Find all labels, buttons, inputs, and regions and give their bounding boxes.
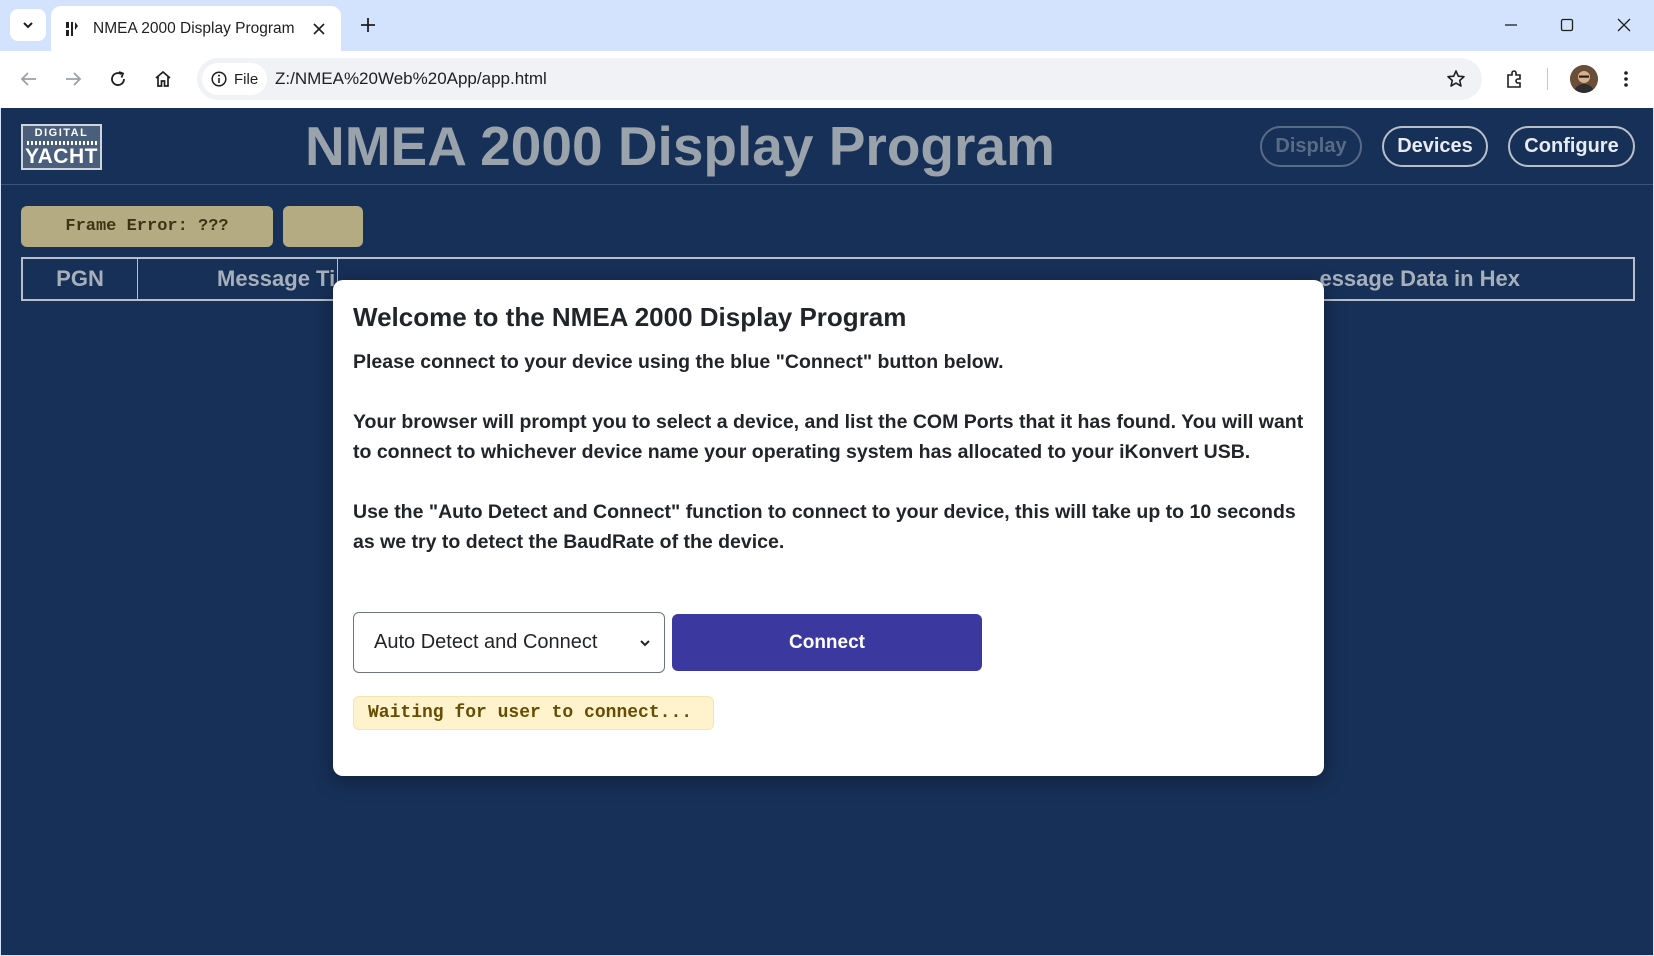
display-nav-button[interactable]: Display <box>1260 126 1362 167</box>
devices-nav-button[interactable]: Devices <box>1382 126 1488 167</box>
toolbar-divider <box>1547 68 1548 90</box>
reload-icon[interactable] <box>101 62 135 96</box>
frame-error-status: Frame Error: ??? <box>21 206 273 247</box>
home-icon[interactable] <box>146 62 180 96</box>
favicon-icon <box>64 20 80 37</box>
secondary-status-chip <box>283 206 363 247</box>
info-icon <box>211 71 227 87</box>
connection-status-badge: Waiting for user to connect... <box>353 696 714 730</box>
bookmark-star-icon[interactable] <box>1444 67 1468 91</box>
url-text[interactable]: Z:/NMEA%20Web%20App/app.html <box>275 69 547 89</box>
connect-button[interactable]: Connect <box>672 614 982 671</box>
minimize-icon[interactable] <box>1495 10 1527 40</box>
column-header-message-time: Message Ti <box>138 259 338 299</box>
app-header: DIGITAL YACHT NMEA 2000 Display Program … <box>1 108 1653 185</box>
close-window-icon[interactable] <box>1608 10 1640 40</box>
extensions-icon[interactable] <box>1497 62 1531 96</box>
logo-bottom-text: YACHT <box>25 145 98 168</box>
new-tab-icon[interactable] <box>355 12 381 38</box>
digital-yacht-logo: DIGITAL YACHT <box>21 124 102 170</box>
modal-instruction-3: Use the "Auto Detect and Connect" functi… <box>353 501 1296 553</box>
chevron-down-icon <box>640 639 650 646</box>
tab-title: NMEA 2000 Display Program <box>93 19 295 37</box>
connection-mode-select[interactable]: Auto Detect and Connect <box>353 612 665 673</box>
profile-avatar[interactable] <box>1570 65 1598 93</box>
modal-instruction-1: Please connect to your device using the … <box>353 351 1004 373</box>
chevron-down-icon <box>23 22 33 29</box>
forward-icon[interactable] <box>56 62 90 96</box>
welcome-modal: Welcome to the NMEA 2000 Display Program… <box>333 280 1324 776</box>
column-header-pgn: PGN <box>23 259 138 299</box>
modal-instruction-2: Your browser will prompt you to select a… <box>353 411 1304 463</box>
page-content: DIGITAL YACHT NMEA 2000 Display Program … <box>1 108 1653 955</box>
more-menu-icon[interactable] <box>1609 62 1643 96</box>
site-chip-label: File <box>234 70 259 88</box>
site-info-chip[interactable]: File <box>202 63 267 95</box>
connect-controls: Auto Detect and Connect Connect <box>353 612 982 673</box>
browser-toolbar: File Z:/NMEA%20Web%20App/app.html <box>0 51 1654 108</box>
close-tab-icon[interactable] <box>309 19 329 39</box>
maximize-icon[interactable] <box>1551 10 1583 40</box>
back-icon[interactable] <box>12 62 46 96</box>
select-value: Auto Detect and Connect <box>374 631 598 653</box>
browser-tabstrip: NMEA 2000 Display Program <box>0 0 1654 51</box>
browser-tab-active[interactable]: NMEA 2000 Display Program <box>51 6 341 51</box>
modal-title: Welcome to the NMEA 2000 Display Program <box>353 302 907 332</box>
configure-nav-button[interactable]: Configure <box>1508 126 1635 167</box>
address-bar[interactable]: File Z:/NMEA%20Web%20App/app.html <box>197 58 1482 100</box>
logo-top-text: DIGITAL <box>34 127 89 139</box>
app-title: NMEA 2000 Display Program <box>305 115 1055 177</box>
tab-search-button[interactable] <box>10 9 46 41</box>
